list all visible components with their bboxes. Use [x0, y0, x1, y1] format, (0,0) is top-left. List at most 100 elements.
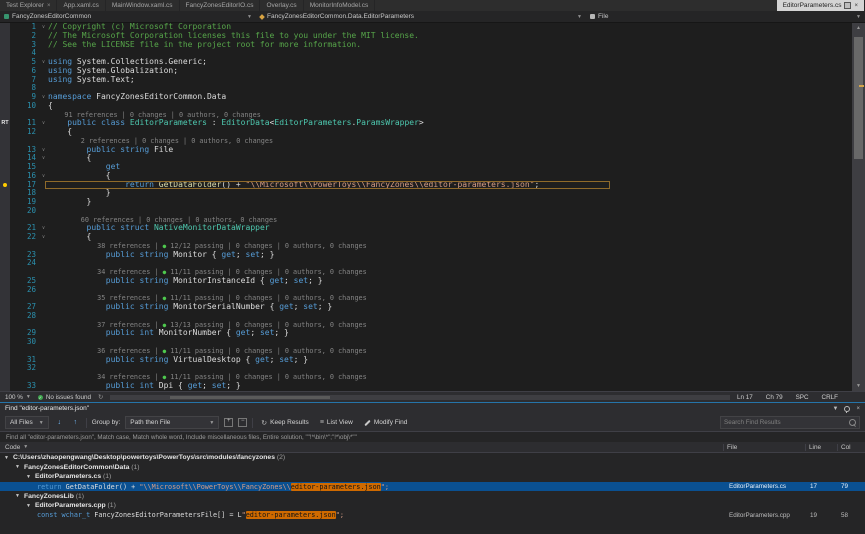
code-line[interactable]: 25 public string MonitorInstanceId { get…	[0, 277, 852, 286]
glyph-margin[interactable]	[0, 102, 10, 111]
code-line[interactable]: 27 public string MonitorSerialNumber { g…	[0, 303, 852, 312]
glyph-margin[interactable]	[0, 172, 10, 181]
fold-chevron-icon[interactable]: ∨	[39, 146, 48, 155]
modify-find-button[interactable]: Modify Find	[361, 418, 411, 427]
code-line[interactable]: 21∨ public struct NativeMonitorDataWrapp…	[0, 224, 852, 233]
code-editor[interactable]: 1∨// Copyright (c) Microsoft Corporation…	[0, 23, 865, 391]
scroll-down-arrow-icon[interactable]: ▼	[852, 381, 865, 391]
member-dropdown[interactable]: File ▼	[586, 11, 865, 22]
code-line[interactable]: 1∨// Copyright (c) Microsoft Corporation	[0, 23, 852, 32]
find-next-button[interactable]: ↓	[54, 417, 65, 428]
line-indicator[interactable]: Ln 17	[737, 394, 753, 401]
fold-chevron-icon[interactable]: ∨	[39, 154, 48, 163]
type-dropdown[interactable]: FancyZonesEditorCommon.Data.EditorParame…	[256, 11, 586, 22]
code-line[interactable]: 20	[0, 207, 852, 216]
column-header-code[interactable]: Code ▼	[0, 444, 723, 451]
codelens-text[interactable]: 2 references | 0 changes | 0 authors, 0 …	[48, 137, 852, 146]
scroll-up-arrow-icon[interactable]: ▲	[852, 23, 865, 33]
glyph-margin[interactable]	[0, 128, 10, 137]
glyph-margin[interactable]	[0, 259, 10, 268]
glyph-margin[interactable]	[0, 251, 10, 260]
codelens-text[interactable]: 60 references | 0 changes | 0 authors, 0…	[48, 216, 852, 225]
glyph-margin[interactable]	[0, 58, 10, 67]
horizontal-scrollbar[interactable]	[110, 395, 730, 400]
glyph-margin[interactable]	[0, 181, 10, 190]
group-by-dropdown[interactable]: Path then File ▼	[125, 416, 219, 429]
character-indicator[interactable]: Ch 79	[766, 394, 783, 401]
glyph-margin[interactable]	[0, 286, 10, 295]
code-line[interactable]: 9∨namespace FancyZonesEditorCommon.Data	[0, 93, 852, 102]
expand-chevron-icon[interactable]: ▼	[15, 493, 24, 499]
glyph-margin[interactable]	[0, 189, 10, 198]
column-header-line[interactable]: Line	[805, 444, 837, 451]
glyph-margin[interactable]	[0, 146, 10, 155]
codelens-text[interactable]: 36 references | ● 11/11 passing | 0 chan…	[48, 347, 852, 356]
find-result-row[interactable]: return GetDataFolder() + "\\Microsoft\\P…	[0, 482, 865, 492]
code-line[interactable]: 18 }	[0, 189, 852, 198]
fold-chevron-icon[interactable]: ∨	[39, 119, 48, 128]
tab-overlay-cs[interactable]: Overlay.cs	[260, 0, 303, 11]
find-group-row[interactable]: ▼FancyZonesLib (1)	[0, 491, 865, 501]
codelens-text[interactable]: 34 references | ● 11/11 passing | 0 chan…	[48, 373, 852, 382]
codelens-row[interactable]: 34 references | ● 11/11 passing | 0 chan…	[0, 268, 852, 277]
codelens-row[interactable]: 36 references | ● 11/11 passing | 0 chan…	[0, 347, 852, 356]
margin-indicator-rt[interactable]: RT	[0, 119, 10, 128]
close-icon[interactable]: ×	[854, 3, 858, 9]
code-line[interactable]: 26	[0, 286, 852, 295]
horizontal-scrollbar-thumb[interactable]	[170, 396, 330, 399]
keep-open-icon[interactable]	[844, 2, 851, 9]
lightbulb-icon[interactable]	[3, 183, 7, 187]
tab-test-explorer[interactable]: Test Explorer×	[0, 0, 57, 11]
glyph-margin[interactable]	[0, 76, 10, 85]
code-line[interactable]: 10{	[0, 102, 852, 111]
codelens-text[interactable]: 37 references | ● 13/13 passing | 0 chan…	[48, 321, 852, 330]
code-line[interactable]: 6using System.Globalization;	[0, 67, 852, 76]
fold-chevron-icon[interactable]: ∨	[39, 58, 48, 67]
glyph-margin[interactable]	[0, 93, 10, 102]
code-line[interactable]: 5∨using System.Collections.Generic;	[0, 58, 852, 67]
code-line[interactable]: RT11∨ public class EditorParameters : Ed…	[0, 119, 852, 128]
glyph-margin[interactable]	[0, 277, 10, 286]
tab-active-editorparameters-cs[interactable]: EditorParameters.cs×	[777, 0, 865, 11]
codelens-row[interactable]: 37 references | ● 13/13 passing | 0 chan…	[0, 321, 852, 330]
search-find-results-input[interactable]	[724, 419, 846, 426]
fold-chevron-icon[interactable]: ∨	[39, 224, 48, 233]
column-header-file[interactable]: File	[723, 444, 805, 451]
code-line[interactable]: 19 }	[0, 198, 852, 207]
fold-chevron-icon[interactable]: ∨	[39, 172, 48, 181]
editor-scrollbar[interactable]: ▲ ▼	[852, 23, 865, 391]
fold-chevron-icon[interactable]: ∨	[39, 233, 48, 242]
glyph-margin[interactable]	[0, 216, 10, 225]
codelens-row[interactable]: 34 references | ● 11/11 passing | 0 chan…	[0, 373, 852, 382]
column-header-col[interactable]: Col	[837, 444, 865, 451]
tab-app-xaml-cs[interactable]: App.xaml.cs	[57, 0, 105, 11]
glyph-margin[interactable]	[0, 242, 10, 251]
glyph-margin[interactable]	[0, 154, 10, 163]
code-line[interactable]: 8	[0, 84, 852, 93]
glyph-margin[interactable]	[0, 207, 10, 216]
fold-chevron-icon[interactable]: ∨	[39, 23, 48, 32]
glyph-margin[interactable]	[0, 137, 10, 146]
glyph-margin[interactable]	[0, 303, 10, 312]
refresh-icon[interactable]: ↻	[98, 394, 103, 401]
code-line[interactable]: 23 public string Monitor { get; set; }	[0, 251, 852, 260]
glyph-margin[interactable]	[0, 233, 10, 242]
close-icon[interactable]: ×	[856, 406, 860, 412]
search-find-results-box[interactable]	[720, 416, 860, 429]
codelens-row[interactable]: 91 references | 0 changes | 0 authors, 0…	[0, 111, 852, 120]
code-line[interactable]: 17 return GetDataFolder() + "\\Microsoft…	[0, 181, 852, 190]
tab-fancyzoneseditorio-cs[interactable]: FancyZonesEditorIO.cs	[180, 0, 261, 11]
code-line[interactable]: 2// The Microsoft Corporation licenses t…	[0, 32, 852, 41]
glyph-margin[interactable]	[0, 67, 10, 76]
glyph-margin[interactable]	[0, 356, 10, 365]
find-group-row[interactable]: ▼EditorParameters.cpp (1)	[0, 501, 865, 511]
glyph-margin[interactable]	[0, 373, 10, 382]
collapse-all-button[interactable]: −	[238, 418, 247, 427]
expand-all-button[interactable]: +	[224, 418, 233, 427]
code-line[interactable]: 13∨ public string File	[0, 146, 852, 155]
pin-icon[interactable]	[844, 406, 850, 412]
codelens-row[interactable]: 38 references | ● 12/12 passing | 0 chan…	[0, 242, 852, 251]
codelens-text[interactable]: 38 references | ● 12/12 passing | 0 chan…	[48, 242, 852, 251]
code-line[interactable]: 30	[0, 338, 852, 347]
glyph-margin[interactable]	[0, 338, 10, 347]
